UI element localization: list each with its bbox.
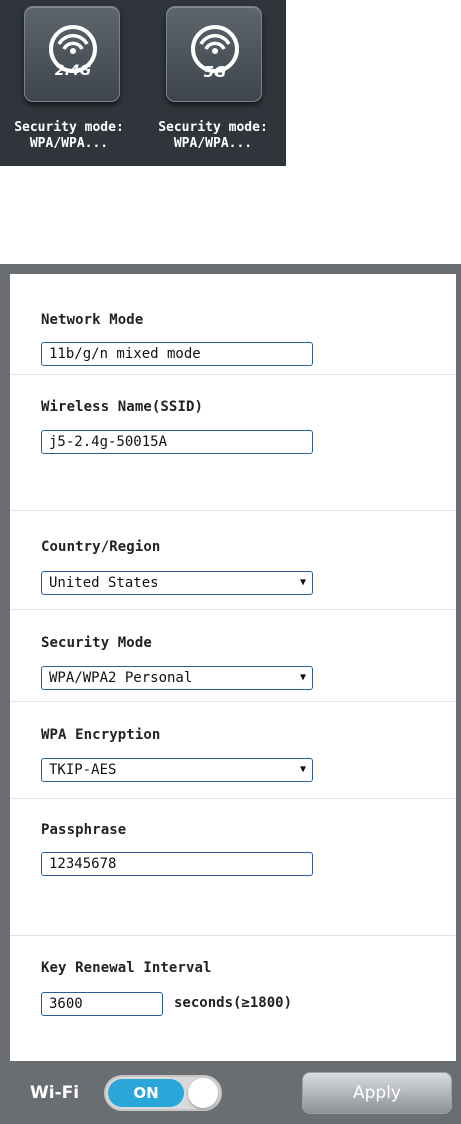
ssid-label: Wireless Name(SSID) [41, 399, 204, 415]
key-renewal-input[interactable]: 3600 [41, 992, 163, 1016]
wifi-label: Wi-Fi [30, 1083, 80, 1103]
wifi-toggle-state: ON [108, 1079, 184, 1107]
apply-button[interactable]: Apply [302, 1072, 452, 1114]
wpa-encryption-label: WPA Encryption [41, 727, 161, 743]
wireless-settings-panel: Network Mode 11b/g/n mixed mode Wireless… [0, 264, 461, 1124]
dropdown-arrow-icon: ▼ [299, 672, 306, 683]
security-mode-label: Security Mode [41, 635, 152, 651]
wifi-toggle[interactable]: ON [104, 1075, 222, 1111]
band-5g-button[interactable]: 5G [166, 6, 262, 102]
row-key-renewal: Key Renewal Interval 3600 seconds(≥1800) [10, 936, 456, 1061]
band-5g-badge: 5G [203, 63, 227, 81]
key-renewal-unit: seconds(≥1800) [174, 995, 293, 1011]
passphrase-label: Passphrase [41, 822, 127, 838]
passphrase-input[interactable]: 12345678 [41, 852, 313, 876]
ssid-input[interactable]: j5-2.4g-50015A [41, 430, 313, 454]
network-mode-label: Network Mode [41, 312, 144, 328]
dropdown-arrow-icon: ▼ [299, 764, 306, 775]
row-wpa-encryption: WPA Encryption TKIP-AES ▼ [10, 702, 456, 799]
wpa-encryption-select-value: TKIP-AES [49, 762, 117, 778]
band-2-4g-badge: 2.4G [54, 63, 92, 79]
key-renewal-label: Key Renewal Interval [41, 960, 212, 976]
dropdown-arrow-icon: ▼ [299, 577, 306, 588]
network-mode-field[interactable]: 11b/g/n mixed mode [41, 342, 313, 366]
band-2-4g-security-line2: WPA/WPA... [29, 136, 109, 151]
band-2-4g-security-label: Security mode: WPA/WPA... [0, 120, 138, 152]
band-2-4g-security-line1: Security mode: [14, 120, 124, 135]
wifi-signal-icon [191, 25, 239, 73]
band-5g-security-label: Security mode: WPA/WPA... [144, 120, 282, 152]
country-label: Country/Region [41, 539, 161, 555]
security-mode-select[interactable]: WPA/WPA2 Personal ▼ [41, 666, 313, 690]
country-select-value: United States [49, 575, 159, 591]
band-5g-security-line1: Security mode: [158, 120, 268, 135]
security-mode-select-value: WPA/WPA2 Personal [49, 670, 193, 686]
band-5g-security-line2: WPA/WPA... [173, 136, 253, 151]
wireless-settings-form: Network Mode 11b/g/n mixed mode Wireless… [10, 274, 456, 1061]
row-ssid: Wireless Name(SSID) j5-2.4g-50015A [10, 375, 456, 511]
row-network-mode: Network Mode 11b/g/n mixed mode [10, 274, 456, 375]
band-tile-5g: 5G Security mode: WPA/WPA... [144, 0, 282, 166]
row-passphrase: Passphrase 12345678 [10, 799, 456, 936]
country-select[interactable]: United States ▼ [41, 571, 313, 595]
band-tile-2-4g: 2.4G Security mode: WPA/WPA... [0, 0, 138, 166]
row-security-mode: Security Mode WPA/WPA2 Personal ▼ [10, 610, 456, 702]
band-selector: 2.4G Security mode: WPA/WPA... 5G Securi… [0, 0, 286, 166]
toggle-knob [188, 1078, 218, 1108]
wifi-signal-icon [49, 25, 97, 73]
wpa-encryption-select[interactable]: TKIP-AES ▼ [41, 758, 313, 782]
band-2-4g-button[interactable]: 2.4G [24, 6, 120, 102]
row-country: Country/Region United States ▼ [10, 511, 456, 610]
